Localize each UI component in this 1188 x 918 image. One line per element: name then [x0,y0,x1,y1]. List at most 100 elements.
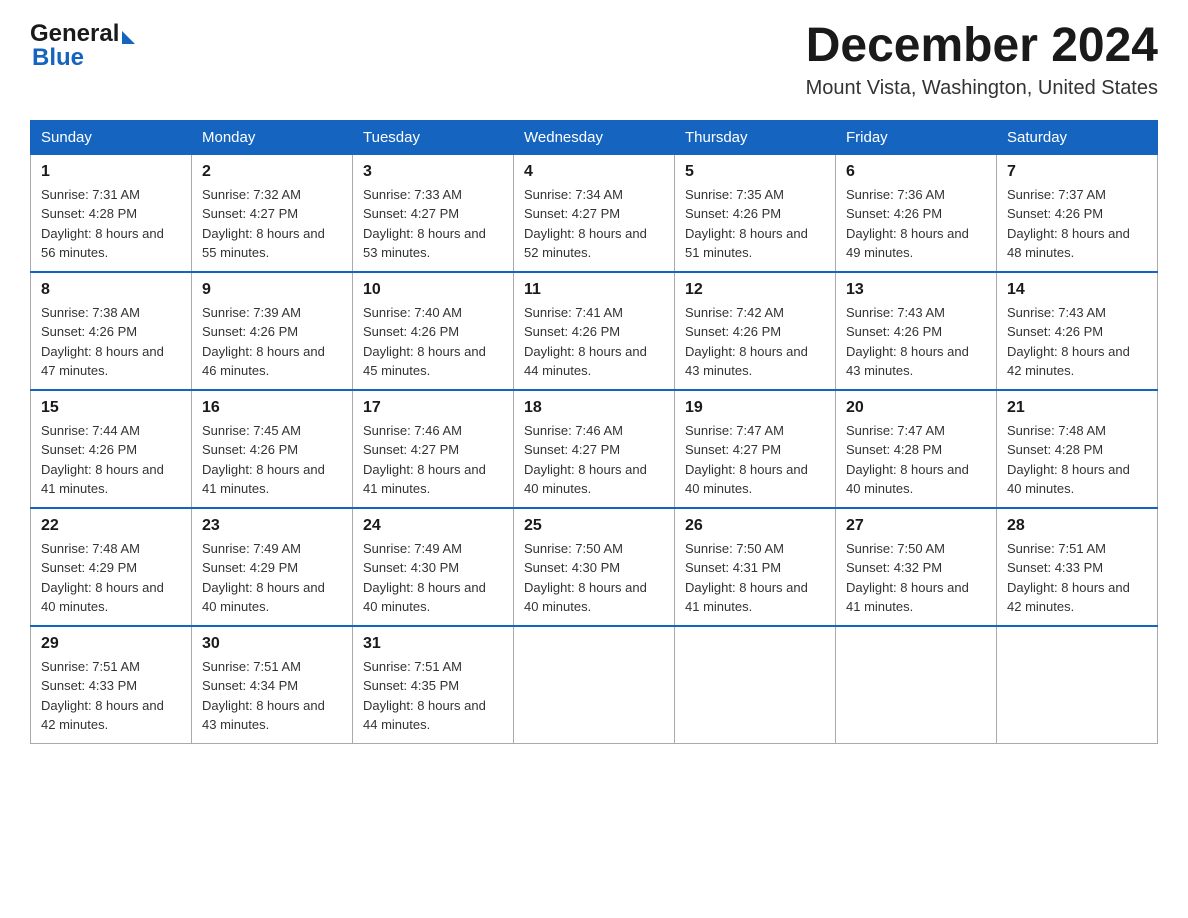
day-info: Sunrise: 7:39 AMSunset: 4:26 PMDaylight:… [202,303,342,381]
day-of-week-header: Monday [192,120,353,154]
calendar-cell: 4 Sunrise: 7:34 AMSunset: 4:27 PMDaylight… [514,154,675,272]
day-info: Sunrise: 7:51 AMSunset: 4:33 PMDaylight:… [41,657,181,735]
day-of-week-header: Sunday [31,120,192,154]
calendar-cell: 7Sunrise: 7:37 AMSunset: 4:26 PMDaylight… [997,154,1158,272]
logo-blue-text: Blue [32,44,84,72]
day-info: Sunrise: 7:31 AMSunset: 4:28 PMDaylight:… [41,185,181,263]
day-info: Sunrise: 7:48 AMSunset: 4:29 PMDaylight:… [41,539,181,617]
day-number: 26 [685,517,825,535]
calendar-cell: 19 Sunrise: 7:47 AMSunset: 4:27 PMDayligh… [675,390,836,508]
calendar-week-row: 8Sunrise: 7:38 AMSunset: 4:26 PMDaylight… [31,272,1158,390]
calendar-cell: 17Sunrise: 7:46 AMSunset: 4:27 PMDayligh… [353,390,514,508]
day-info: Sunrise: 7:41 AMSunset: 4:26 PMDaylight:… [524,303,664,381]
day-info: Sunrise: 7:51 AMSunset: 4:35 PMDaylight:… [363,657,503,735]
calendar-cell: 20Sunrise: 7:47 AMSunset: 4:28 PMDayligh… [836,390,997,508]
day-info: Sunrise: 7:32 AMSunset: 4:27 PMDaylight:… [202,185,342,263]
day-info: Sunrise: 7:36 AMSunset: 4:26 PMDaylight:… [846,185,986,263]
calendar-cell: 16 Sunrise: 7:45 AMSunset: 4:26 PMDayligh… [192,390,353,508]
day-info: Sunrise: 7:45 AMSunset: 4:26 PMDaylight:… [202,421,342,499]
day-info: Sunrise: 7:50 AMSunset: 4:30 PMDaylight:… [524,539,664,617]
day-info: Sunrise: 7:49 AMSunset: 4:29 PMDaylight:… [202,539,342,617]
day-number: 21 [1007,399,1147,417]
day-info: Sunrise: 7:42 AMSunset: 4:26 PMDaylight:… [685,303,825,381]
day-of-week-header: Tuesday [353,120,514,154]
calendar-cell: 9 Sunrise: 7:39 AMSunset: 4:26 PMDaylight… [192,272,353,390]
day-number: 25 [524,517,664,535]
calendar-cell: 15 Sunrise: 7:44 AMSunset: 4:26 PMDayligh… [31,390,192,508]
day-of-week-header: Wednesday [514,120,675,154]
day-info: Sunrise: 7:48 AMSunset: 4:28 PMDaylight:… [1007,421,1147,499]
day-number: 9 [202,281,342,299]
day-info: Sunrise: 7:50 AMSunset: 4:32 PMDaylight:… [846,539,986,617]
day-number: 16 [202,399,342,417]
day-info: Sunrise: 7:35 AMSunset: 4:26 PMDaylight:… [685,185,825,263]
calendar-cell: 29 Sunrise: 7:51 AMSunset: 4:33 PMDayligh… [31,626,192,744]
page-header: General Blue December 2024 Mount Vista, … [30,20,1158,100]
day-number: 6 [846,163,986,181]
day-info: Sunrise: 7:40 AMSunset: 4:26 PMDaylight:… [363,303,503,381]
day-of-week-header: Friday [836,120,997,154]
calendar-cell: 8Sunrise: 7:38 AMSunset: 4:26 PMDaylight… [31,272,192,390]
calendar-cell: 25 Sunrise: 7:50 AMSunset: 4:30 PMDayligh… [514,508,675,626]
day-info: Sunrise: 7:33 AMSunset: 4:27 PMDaylight:… [363,185,503,263]
day-number: 3 [363,163,503,181]
calendar-cell: 2Sunrise: 7:32 AMSunset: 4:27 PMDaylight… [192,154,353,272]
day-info: Sunrise: 7:49 AMSunset: 4:30 PMDaylight:… [363,539,503,617]
day-number: 14 [1007,281,1147,299]
location-title: Mount Vista, Washington, United States [806,77,1158,100]
day-info: Sunrise: 7:47 AMSunset: 4:27 PMDaylight:… [685,421,825,499]
day-of-week-header: Thursday [675,120,836,154]
day-info: Sunrise: 7:44 AMSunset: 4:26 PMDaylight:… [41,421,181,499]
day-number: 18 [524,399,664,417]
calendar-cell: 31 Sunrise: 7:51 AMSunset: 4:35 PMDayligh… [353,626,514,744]
calendar-week-row: 22 Sunrise: 7:48 AMSunset: 4:29 PMDayligh… [31,508,1158,626]
day-info: Sunrise: 7:38 AMSunset: 4:26 PMDaylight:… [41,303,181,381]
day-number: 19 [685,399,825,417]
calendar-week-row: 1 Sunrise: 7:31 AMSunset: 4:28 PMDaylight… [31,154,1158,272]
calendar-cell: 26Sunrise: 7:50 AMSunset: 4:31 PMDayligh… [675,508,836,626]
day-number: 4 [524,163,664,181]
calendar-table: SundayMondayTuesdayWednesdayThursdayFrid… [30,120,1158,744]
calendar-cell: 27 Sunrise: 7:50 AMSunset: 4:32 PMDayligh… [836,508,997,626]
day-number: 29 [41,635,181,653]
calendar-cell: 12Sunrise: 7:42 AMSunset: 4:26 PMDayligh… [675,272,836,390]
calendar-cell: 14 Sunrise: 7:43 AMSunset: 4:26 PMDayligh… [997,272,1158,390]
day-of-week-header: Saturday [997,120,1158,154]
day-number: 23 [202,517,342,535]
logo: General Blue [30,20,135,72]
day-number: 15 [41,399,181,417]
day-info: Sunrise: 7:47 AMSunset: 4:28 PMDaylight:… [846,421,986,499]
day-number: 11 [524,281,664,299]
day-number: 10 [363,281,503,299]
calendar-cell: 6 Sunrise: 7:36 AMSunset: 4:26 PMDaylight… [836,154,997,272]
calendar-header-row: SundayMondayTuesdayWednesdayThursdayFrid… [31,120,1158,154]
calendar-week-row: 15 Sunrise: 7:44 AMSunset: 4:26 PMDayligh… [31,390,1158,508]
day-info: Sunrise: 7:34 AMSunset: 4:27 PMDaylight:… [524,185,664,263]
day-number: 22 [41,517,181,535]
day-number: 28 [1007,517,1147,535]
day-info: Sunrise: 7:43 AMSunset: 4:26 PMDaylight:… [1007,303,1147,381]
calendar-cell [675,626,836,744]
calendar-cell: 23 Sunrise: 7:49 AMSunset: 4:29 PMDayligh… [192,508,353,626]
calendar-cell: 24 Sunrise: 7:49 AMSunset: 4:30 PMDayligh… [353,508,514,626]
calendar-cell: 3 Sunrise: 7:33 AMSunset: 4:27 PMDaylight… [353,154,514,272]
calendar-cell: 18 Sunrise: 7:46 AMSunset: 4:27 PMDayligh… [514,390,675,508]
day-number: 1 [41,163,181,181]
day-number: 30 [202,635,342,653]
title-area: December 2024 Mount Vista, Washington, U… [806,20,1158,100]
day-info: Sunrise: 7:37 AMSunset: 4:26 PMDaylight:… [1007,185,1147,263]
calendar-cell: 1 Sunrise: 7:31 AMSunset: 4:28 PMDaylight… [31,154,192,272]
calendar-week-row: 29 Sunrise: 7:51 AMSunset: 4:33 PMDayligh… [31,626,1158,744]
calendar-cell [514,626,675,744]
day-number: 24 [363,517,503,535]
day-number: 31 [363,635,503,653]
day-number: 17 [363,399,503,417]
day-number: 27 [846,517,986,535]
calendar-cell: 28Sunrise: 7:51 AMSunset: 4:33 PMDayligh… [997,508,1158,626]
calendar-cell: 30Sunrise: 7:51 AMSunset: 4:34 PMDayligh… [192,626,353,744]
calendar-cell: 13Sunrise: 7:43 AMSunset: 4:26 PMDayligh… [836,272,997,390]
calendar-cell [836,626,997,744]
day-info: Sunrise: 7:46 AMSunset: 4:27 PMDaylight:… [524,421,664,499]
calendar-cell: 21 Sunrise: 7:48 AMSunset: 4:28 PMDayligh… [997,390,1158,508]
month-title: December 2024 [806,20,1158,73]
